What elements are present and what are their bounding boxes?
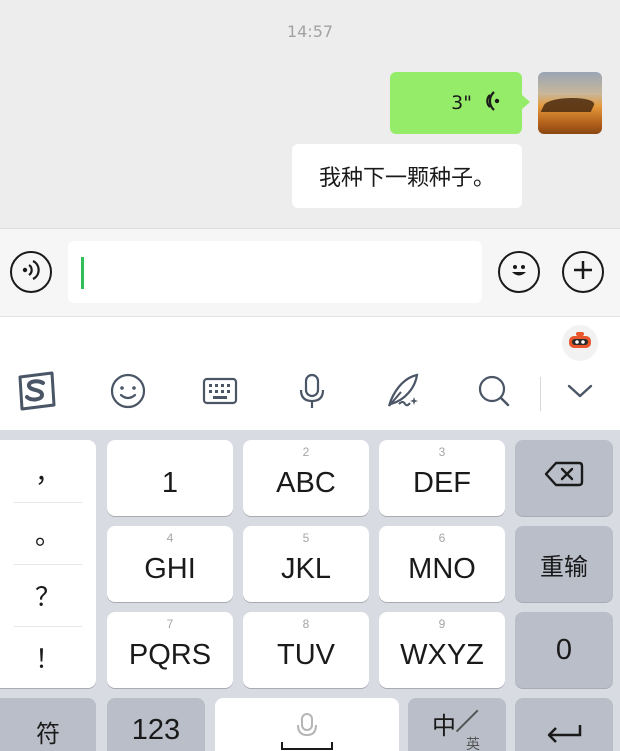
search-icon xyxy=(474,371,514,415)
key-sub-label: 9 xyxy=(438,617,446,631)
return-arrow-icon xyxy=(544,720,584,751)
keyboard-layout-button[interactable] xyxy=(200,373,240,413)
key-main-label: JKL xyxy=(281,552,331,585)
backspace-icon xyxy=(544,460,584,496)
message-input[interactable] xyxy=(68,241,482,303)
more-options-button[interactable] xyxy=(562,251,604,293)
key-3-def[interactable]: 3 DEF xyxy=(379,440,505,516)
emoji-button[interactable] xyxy=(498,251,540,293)
t9-keyboard: ， 。 ？ ！ 1 2 ABC 3 DEF 4 GHI 5 JKL 6 MNO … xyxy=(0,430,620,751)
key-0[interactable]: 0 xyxy=(515,612,613,688)
voice-input-button[interactable] xyxy=(10,251,52,293)
space-key[interactable] xyxy=(215,698,399,751)
search-button[interactable] xyxy=(474,373,514,413)
key-sub-label: 8 xyxy=(302,617,310,631)
key-sub-label: 2 xyxy=(302,445,310,459)
key-main-label: MNO xyxy=(408,552,476,585)
handwriting-button[interactable] xyxy=(382,373,422,413)
microphone-icon xyxy=(292,371,332,415)
message-timestamp: 14:57 xyxy=(286,22,334,41)
smiley-icon xyxy=(505,256,533,288)
keyboard-assistant-button[interactable] xyxy=(562,325,598,361)
key-1[interactable]: 1 xyxy=(107,440,233,516)
text-message-bubble[interactable]: 我种下一颗种子。 xyxy=(292,144,522,208)
punct-exclaim-key[interactable]: ！ xyxy=(0,626,96,688)
backspace-key[interactable] xyxy=(515,440,613,516)
collapse-keyboard-button[interactable] xyxy=(560,373,600,413)
key-main-label: PQRS xyxy=(128,638,212,671)
key-8-tuv[interactable]: 8 TUV xyxy=(243,612,369,688)
lang-divider xyxy=(455,709,479,732)
lang-main-label: 中 xyxy=(432,712,456,740)
chat-input-bar xyxy=(0,228,620,316)
assistant-robot-icon xyxy=(567,330,593,356)
reinput-key[interactable]: 重输 xyxy=(515,526,613,602)
enter-key[interactable] xyxy=(515,698,613,751)
key-9-wxyz[interactable]: 9 WXYZ xyxy=(379,612,505,688)
voice-wave-icon xyxy=(19,258,43,286)
plus-icon xyxy=(571,258,595,286)
key-2-abc[interactable]: 2 ABC xyxy=(243,440,369,516)
key-main-label: ABC xyxy=(276,466,336,499)
punctuation-column: ， 。 ？ ！ xyxy=(0,440,96,688)
key-6-mno[interactable]: 6 MNO xyxy=(379,526,505,602)
key-main-label: 1 xyxy=(161,466,179,499)
key-main-label: GHI xyxy=(144,552,196,585)
smiley-icon xyxy=(108,371,148,415)
key-main-label: WXYZ xyxy=(400,638,484,671)
voice-message-bubble[interactable]: 3" xyxy=(390,72,530,134)
key-sub-label: 6 xyxy=(438,531,446,545)
keyboard-icon xyxy=(200,371,240,415)
sogou-logo-icon xyxy=(14,369,58,417)
voice-wave-icon xyxy=(480,90,502,116)
toolbar-divider xyxy=(540,377,541,411)
punct-period-key[interactable]: 。 xyxy=(0,502,96,564)
key-sub-label: 4 xyxy=(166,531,174,545)
key-sub-label: 7 xyxy=(166,617,174,631)
symbols-key[interactable]: 符 xyxy=(0,698,96,751)
lang-sub-label: 英 xyxy=(466,737,480,751)
key-main-label: DEF xyxy=(413,466,471,499)
keyboard-toolbar xyxy=(0,316,620,430)
user-avatar[interactable] xyxy=(538,72,602,134)
text-caret xyxy=(81,257,84,289)
numeric-toggle-key[interactable]: 123 xyxy=(107,698,205,751)
punct-question-key[interactable]: ？ xyxy=(0,564,96,626)
key-5-jkl[interactable]: 5 JKL xyxy=(243,526,369,602)
voice-duration: 3" xyxy=(451,92,472,114)
key-4-ghi[interactable]: 4 GHI xyxy=(107,526,233,602)
chat-area: 14:57 3" 我种下一颗种子。 xyxy=(0,0,620,228)
key-sub-label: 3 xyxy=(438,445,446,459)
punct-comma-key[interactable]: ， xyxy=(0,440,96,502)
language-toggle-key[interactable]: 中 英 xyxy=(408,698,506,751)
emoji-panel-button[interactable] xyxy=(108,373,148,413)
space-bar-icon xyxy=(281,742,333,750)
key-main-label: TUV xyxy=(277,638,335,671)
voice-input-tool-button[interactable] xyxy=(292,373,332,413)
chevron-down-icon xyxy=(565,376,595,410)
sogou-logo-button[interactable] xyxy=(16,371,56,413)
key-sub-label: 5 xyxy=(302,531,310,545)
quill-pen-icon xyxy=(381,370,423,416)
key-7-pqrs[interactable]: 7 PQRS xyxy=(107,612,233,688)
